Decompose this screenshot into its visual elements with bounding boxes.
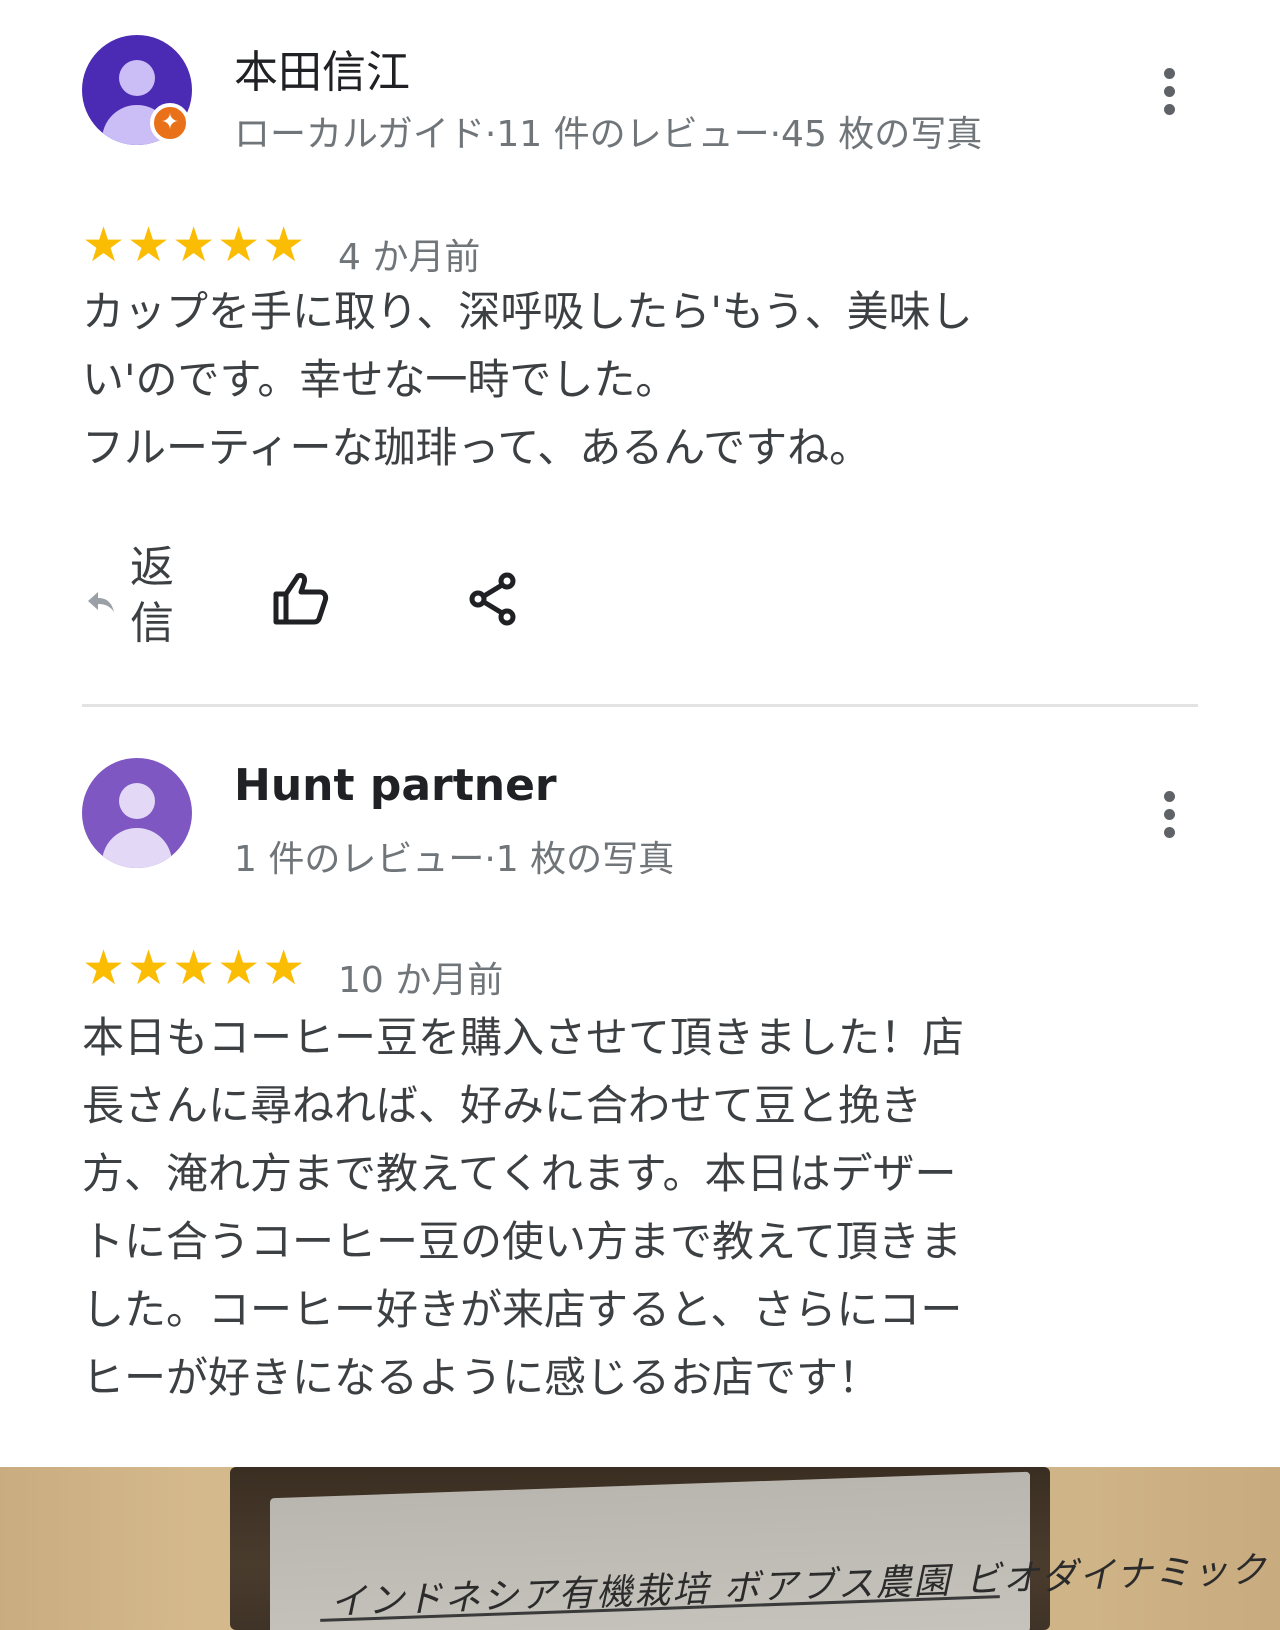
- reviewer-name[interactable]: Hunt partner: [234, 760, 557, 811]
- star-icon: ★: [82, 940, 126, 996]
- avatar-body-icon: [102, 828, 172, 868]
- star-icon: ★: [172, 217, 216, 273]
- star-icon: ★: [127, 940, 171, 996]
- review-text: 本日もコーヒー豆を購入させて頂きました！店 長さんに尋ねれば、好みに合わせて豆と…: [82, 1013, 965, 1402]
- star-icon: ★: [82, 217, 126, 273]
- star-icon: ★: [262, 217, 306, 273]
- more-options-button[interactable]: [1150, 785, 1190, 845]
- star-icon: ★: [172, 940, 216, 996]
- review-date: 4 か月前: [338, 237, 481, 278]
- avatar-head-icon: [119, 60, 155, 96]
- avatar[interactable]: [82, 758, 192, 868]
- reply-arrow-icon: [88, 592, 114, 612]
- star-rating: ★ ★ ★ ★ ★: [82, 944, 305, 992]
- more-options-button[interactable]: [1150, 62, 1190, 122]
- reply-label: 返信: [130, 542, 174, 649]
- share-icon: [469, 572, 516, 626]
- thumbs-up-icon: [273, 572, 329, 625]
- local-guide-badge-icon: ✦: [150, 103, 190, 143]
- reviewer-meta: 1 件のレビュー·1 枚の写真: [234, 839, 675, 880]
- reviewer-meta: ローカルガイド·11 件のレビュー·45 枚の写真: [234, 114, 983, 155]
- like-button[interactable]: [272, 570, 330, 630]
- review-photo[interactable]: インドネシア有機栽培 ボアブス農園 ビオダイナミック: [0, 1467, 1280, 1630]
- review-text: カップを手に取り、深呼吸したら'もう、美味し い'のです。幸せな一時でした。 フ…: [82, 287, 973, 472]
- star-icon: ★: [262, 940, 306, 996]
- review-divider: [82, 704, 1198, 707]
- share-button[interactable]: [467, 572, 519, 630]
- star-icon: ★: [127, 217, 171, 273]
- avatar-head-icon: [119, 783, 155, 819]
- review-date: 10 か月前: [338, 960, 504, 1001]
- star-icon: ★: [217, 940, 261, 996]
- star-icon: ★: [217, 217, 261, 273]
- reply-button[interactable]: 返信: [82, 540, 182, 650]
- review-actions: 返信: [82, 540, 582, 650]
- reviewer-name[interactable]: 本田信江: [234, 36, 410, 100]
- star-rating: ★ ★ ★ ★ ★: [82, 221, 305, 269]
